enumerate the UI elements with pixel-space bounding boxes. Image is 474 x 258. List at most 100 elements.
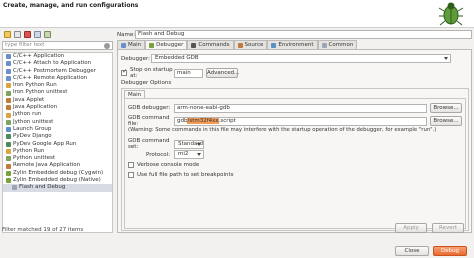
tree-item[interactable]: Iron Python unittest	[3, 89, 112, 96]
tree-item-label: PyDev Django	[13, 133, 52, 140]
config-type-icon	[6, 141, 11, 147]
chevron-down-icon	[444, 57, 448, 60]
debugger-tab-icon	[149, 42, 155, 48]
tree-item[interactable]: C/C++ Remote Application	[3, 75, 112, 82]
tree-item-label: Flash and Debug	[19, 184, 66, 191]
main-tab-icon	[121, 42, 126, 48]
debugger-select[interactable]: Embedded GDB	[151, 54, 451, 63]
tree-item[interactable]: Zylin Embedded debug (Cygwin)	[3, 170, 112, 177]
debugger-options-group: Main GDB debugger: arm-none-eabi-gdb Bro…	[121, 88, 469, 231]
tab-common[interactable]: Common	[317, 40, 358, 49]
protocol-row: Protocol: mi2	[128, 150, 204, 159]
chevron-down-icon	[197, 153, 201, 156]
config-type-icon	[6, 105, 11, 111]
gdb-command-set-select[interactable]: Standard	[174, 139, 204, 149]
warning-text: (Warning: Some commands in this file may…	[128, 127, 437, 133]
debug-button[interactable]: Debug	[433, 246, 467, 256]
config-type-icon	[6, 178, 11, 184]
debug-bug-icon	[438, 2, 464, 26]
gdb-command-set-row: GDB command set: Standard	[128, 138, 204, 150]
config-type-icon	[6, 76, 11, 82]
tree-item-label: Iron Python Run	[13, 82, 57, 89]
apply-button[interactable]: Apply	[395, 223, 427, 233]
tree-item[interactable]: C/C++ Postmortem Debugger	[3, 68, 112, 75]
tree-item[interactable]: Remote Java Application	[3, 162, 112, 169]
tab-source[interactable]: Source	[233, 40, 268, 49]
gdb-debugger-label: GDB debugger:	[128, 105, 171, 111]
tree-item-label: Remote Java Application	[13, 162, 81, 169]
filter-icon[interactable]	[44, 31, 51, 38]
collapse-icon[interactable]	[34, 31, 41, 38]
config-type-icon	[6, 119, 11, 125]
tree-item[interactable]: C/C++ Attach to Application	[3, 60, 112, 67]
tree-item[interactable]: Launch Group	[3, 126, 112, 133]
main-options-panel: GDB debugger: arm-none-eabi-gdb Browse..…	[124, 98, 466, 229]
tree-item[interactable]: Python unittest	[3, 155, 112, 162]
tab-bar: Main Debugger Commands Source Environment Com…	[117, 40, 358, 49]
tree-item[interactable]: Java Application	[3, 104, 112, 111]
configuration-tree: C/C++ Application C/C++ Attach to Applica…	[2, 52, 113, 233]
verbose-checkbox[interactable]	[128, 162, 134, 168]
stop-on-startup-input[interactable]: main	[174, 68, 203, 78]
tree-item[interactable]: C/C++ Application	[3, 53, 112, 60]
tree-item-label: Zylin Embedded debug (Native)	[13, 177, 101, 184]
debugger-select-value: Embedded GDB	[155, 55, 199, 61]
tree-item[interactable]: Jython run	[3, 111, 112, 118]
chevron-down-icon	[197, 142, 201, 146]
filter-input[interactable]: type filter text	[2, 41, 113, 50]
tab-commands[interactable]: Commands	[187, 40, 234, 49]
config-type-icon	[6, 83, 11, 89]
stop-on-startup-checkbox[interactable]	[121, 68, 127, 76]
name-input[interactable]: Flash and Debug	[135, 30, 472, 39]
tree-item[interactable]: Java Applet	[3, 97, 112, 104]
verbose-row: Verbose console mode	[128, 162, 199, 168]
full-path-label: Use full file path to set breakpoints	[137, 172, 234, 178]
new-config-icon[interactable]	[4, 31, 11, 38]
tab-debugger[interactable]: Debugger	[145, 40, 188, 49]
revert-button[interactable]: Revert	[432, 223, 464, 233]
tree-item-label: Python unittest	[13, 155, 56, 162]
clear-filter-icon[interactable]	[104, 43, 110, 49]
config-type-icon	[6, 127, 11, 133]
name-label: Name:	[117, 31, 136, 38]
config-type-icon	[6, 54, 11, 60]
source-tab-icon	[237, 42, 243, 48]
configuration-list-panel: type filter text C/C++ Application C/C++ …	[2, 30, 113, 233]
close-button[interactable]: Close	[395, 246, 429, 256]
config-type-icon	[6, 68, 11, 74]
tree-item[interactable]: Jython unittest	[3, 119, 112, 126]
configuration-editor: Name: Flash and Debug Main Debugger Comman…	[117, 30, 472, 233]
full-path-checkbox[interactable]	[128, 172, 134, 178]
protocol-label: Protocol:	[145, 151, 170, 158]
config-type-icon	[6, 149, 11, 154]
tree-item[interactable]: Python Run	[3, 148, 112, 155]
debugger-options-label: Debugger Options	[121, 80, 172, 86]
config-type-icon	[6, 134, 11, 140]
tab-environment[interactable]: Environment	[267, 40, 318, 49]
gdb-command-file-highlight: /stm32f4xx	[187, 117, 219, 124]
tree-item-label: Launch Group	[13, 125, 52, 132]
title-bar: Create, manage, and run configurations	[0, 0, 474, 28]
config-type-icon	[6, 112, 11, 118]
browse-gdb-debugger-button[interactable]: Browse...	[430, 103, 462, 113]
tree-item[interactable]: PyDev Django	[3, 133, 112, 140]
tab-main-options[interactable]: Main	[124, 90, 146, 98]
name-row: Name: Flash and Debug	[117, 30, 472, 39]
delete-icon[interactable]	[24, 31, 31, 38]
tree-item[interactable]: Iron Python Run	[3, 82, 112, 89]
config-type-icon	[6, 90, 11, 96]
gdb-debugger-input[interactable]: arm-none-eabi-gdb	[174, 103, 427, 113]
config-type-icon	[6, 97, 11, 103]
config-toolbar	[2, 30, 113, 39]
tab-main[interactable]: Main	[117, 40, 146, 49]
tree-item[interactable]: Flash and Debug	[3, 184, 112, 192]
duplicate-icon[interactable]	[14, 31, 21, 38]
advanced-button[interactable]: Advanced...	[206, 68, 239, 78]
filter-status: Filter matched 19 of 27 items	[2, 227, 84, 233]
gdb-command-file-input[interactable]: gdb/stm32f4xx.script	[174, 116, 427, 126]
browse-gdb-command-file-button[interactable]: Browse...	[430, 116, 462, 126]
protocol-select[interactable]: mi2	[174, 150, 204, 159]
tree-item[interactable]: Zylin Embedded debug (Native)	[3, 177, 112, 184]
tree-item[interactable]: PyDev Google App Run	[3, 141, 112, 148]
gdb-command-file-label: GDB command file:	[128, 115, 170, 127]
